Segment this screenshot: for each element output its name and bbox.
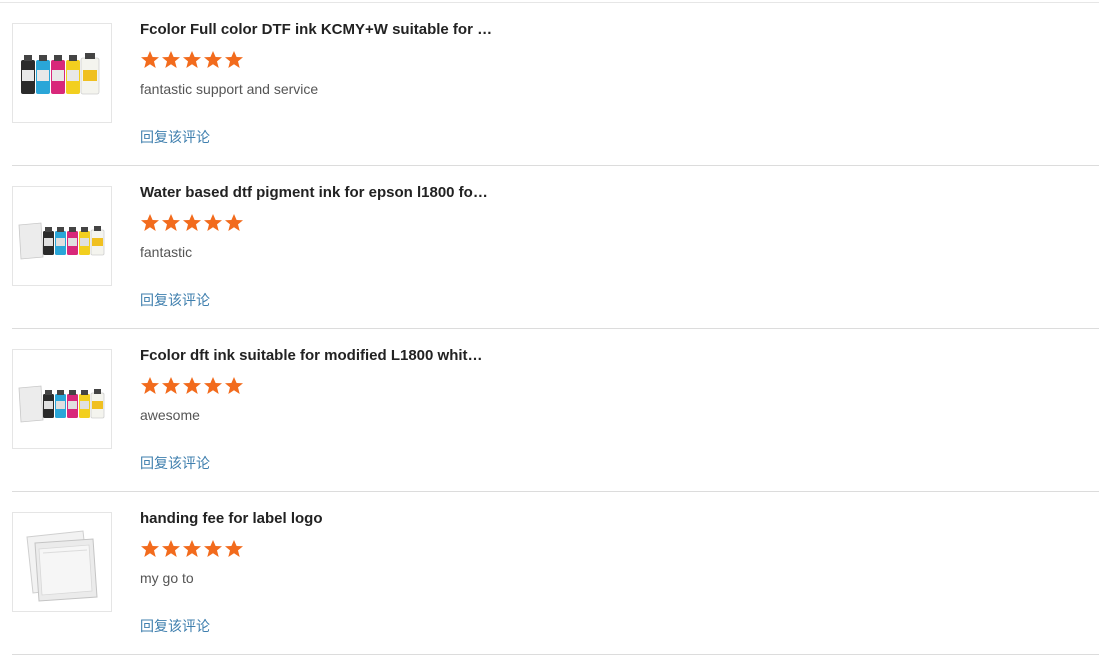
product-title[interactable]: Fcolor Full color DTF ink KCMY+W suitabl…: [140, 21, 500, 38]
star-icon: [141, 51, 159, 68]
star-icon: [141, 377, 159, 394]
star-icon: [183, 377, 201, 394]
review-item: handing fee for label logo my go to 回复该评…: [12, 492, 1099, 655]
reply-to-review-link[interactable]: 回复该评论: [140, 127, 210, 147]
star-icon: [141, 540, 159, 557]
clear-plastic-bags-image: [26, 530, 98, 602]
product-thumbnail[interactable]: [12, 512, 112, 612]
star-icon: [183, 51, 201, 68]
star-icon: [204, 540, 222, 557]
star-rating: [140, 213, 244, 235]
star-icon: [225, 51, 243, 68]
product-title[interactable]: handing fee for label logo: [140, 510, 500, 527]
review-comment: my go to: [140, 570, 194, 586]
review-comment: awesome: [140, 407, 200, 423]
product-thumbnail[interactable]: [12, 186, 112, 286]
star-icon: [204, 214, 222, 231]
reply-to-review-link[interactable]: 回复该评论: [140, 453, 210, 473]
product-title[interactable]: Fcolor dft ink suitable for modified L18…: [140, 347, 500, 364]
star-icon: [183, 214, 201, 231]
star-icon: [225, 540, 243, 557]
star-icon: [204, 51, 222, 68]
review-item: Fcolor dft ink suitable for modified L18…: [12, 329, 1099, 492]
star-icon: [225, 214, 243, 231]
review-item: Fcolor Full color DTF ink KCMY+W suitabl…: [12, 3, 1099, 166]
product-thumbnail[interactable]: [12, 23, 112, 123]
powder-bag-and-ink-bottles-image: [18, 385, 105, 423]
review-comment: fantastic support and service: [140, 81, 319, 97]
star-icon: [162, 51, 180, 68]
powder-bag-and-ink-bottles-image: [18, 222, 105, 260]
review-comment: fantastic: [140, 244, 193, 260]
star-icon: [162, 540, 180, 557]
product-title[interactable]: Water based dtf pigment ink for epson l1…: [140, 184, 500, 201]
ink-bottles-image: [21, 53, 100, 95]
star-icon: [162, 377, 180, 394]
review-item: Water based dtf pigment ink for epson l1…: [12, 166, 1099, 329]
star-rating: [140, 539, 244, 561]
star-icon: [162, 214, 180, 231]
reply-to-review-link[interactable]: 回复该评论: [140, 616, 210, 636]
star-rating: [140, 50, 244, 72]
star-icon: [204, 377, 222, 394]
review-list: Fcolor Full color DTF ink KCMY+W suitabl…: [0, 0, 1099, 656]
star-icon: [225, 377, 243, 394]
star-icon: [141, 214, 159, 231]
star-icon: [183, 540, 201, 557]
reply-to-review-link[interactable]: 回复该评论: [140, 290, 210, 310]
product-thumbnail[interactable]: [12, 349, 112, 449]
star-rating: [140, 376, 244, 398]
